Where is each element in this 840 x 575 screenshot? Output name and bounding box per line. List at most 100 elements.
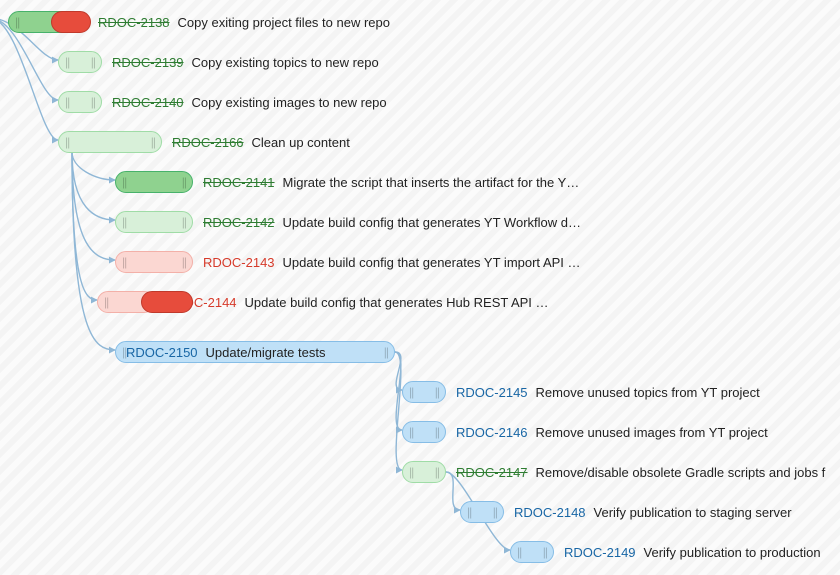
- task-label: RDOC-2149 Verify publication to productio…: [554, 545, 821, 560]
- spacer: [0, 552, 510, 553]
- ticket-id[interactable]: RDOC-2148: [514, 505, 586, 520]
- gantt-row: || || RDOC-2141 Migrate the script that ins…: [0, 170, 579, 194]
- spacer: [0, 22, 8, 23]
- spacer: [0, 302, 97, 303]
- task-title[interactable]: Update build config that generates YT Wo…: [283, 215, 581, 230]
- gantt-bar[interactable]: || ||: [115, 211, 193, 233]
- gantt-row: || || RDOC-2145 Remove unused topics from Y…: [0, 380, 760, 404]
- task-label: RDOC-2141 Migrate the script that inserts…: [193, 175, 579, 190]
- resize-grip-right-icon[interactable]: ||: [433, 465, 441, 479]
- resize-grip-left-icon[interactable]: ||: [120, 215, 128, 229]
- task-title[interactable]: Update/migrate tests: [206, 345, 326, 360]
- task-title[interactable]: Migrate the script that inserts the arti…: [283, 175, 580, 190]
- resize-grip-right-icon[interactable]: ||: [541, 545, 549, 559]
- gantt-bar[interactable]: || ||: [402, 381, 446, 403]
- task-title[interactable]: Verify publication to staging server: [594, 505, 792, 520]
- resize-grip-left-icon[interactable]: ||: [465, 505, 473, 519]
- resize-grip-left-icon[interactable]: ||: [407, 385, 415, 399]
- ticket-id[interactable]: RDOC-2145: [456, 385, 528, 400]
- gantt-bar[interactable]: || ||: [58, 131, 162, 153]
- gantt-row: ||||RDOC-2150Update/migrate tests: [0, 340, 395, 364]
- gantt-bar[interactable]: || ||: [58, 51, 102, 73]
- task-label: RDOC-2150 Update/migrate tests: [126, 345, 325, 360]
- gantt-bar[interactable]: || ||: [402, 421, 446, 443]
- resize-grip-right-icon[interactable]: ||: [433, 425, 441, 439]
- gantt-bar[interactable]: || ||: [510, 541, 554, 563]
- task-label: RDOC-2138 Copy exiting project files to n…: [88, 15, 390, 30]
- spacer: [0, 432, 402, 433]
- gantt-bar[interactable]: || ||: [460, 501, 504, 523]
- ticket-id[interactable]: RDOC-2166: [172, 135, 244, 150]
- resize-grip-left-icon[interactable]: ||: [63, 95, 71, 109]
- gantt-bar[interactable]: || ||: [115, 251, 193, 273]
- ticket-id[interactable]: RDOC-2138: [98, 15, 170, 30]
- gantt-row: |||| RDOC-2138 Copy exiting project files …: [0, 10, 390, 34]
- ticket-id[interactable]: RDOC-2140: [112, 95, 184, 110]
- resize-grip-left-icon[interactable]: ||: [63, 55, 71, 69]
- resize-grip-left-icon[interactable]: ||: [407, 425, 415, 439]
- task-label: RDOC-2142 Update build config that genera…: [193, 215, 581, 230]
- task-label: RDOC-2147 Remove/disable obsolete Gradle …: [446, 465, 825, 480]
- gantt-bar[interactable]: || ||: [115, 171, 193, 193]
- resize-grip-left-icon[interactable]: ||: [13, 15, 21, 29]
- resize-grip-left-icon[interactable]: ||: [63, 135, 71, 149]
- resize-grip-left-icon[interactable]: ||: [515, 545, 523, 559]
- ticket-id[interactable]: RDOC-2146: [456, 425, 528, 440]
- spacer: [0, 142, 58, 143]
- resize-grip-right-icon[interactable]: ||: [89, 95, 97, 109]
- ticket-id[interactable]: RDOC-2147: [456, 465, 528, 480]
- gantt-row: || || RDOC-2147 Remove/disable obsolete Gra…: [0, 460, 825, 484]
- resize-grip-left-icon[interactable]: ||: [120, 175, 128, 189]
- task-label: RDOC-2166 Clean up content: [162, 135, 350, 150]
- task-title[interactable]: Copy exiting project files to new repo: [178, 15, 390, 30]
- task-label: RDOC-2143 Update build config that genera…: [193, 255, 581, 270]
- spacer: [0, 352, 115, 353]
- gantt-bar[interactable]: ||||: [8, 11, 88, 33]
- ticket-id[interactable]: RDOC-2149: [564, 545, 636, 560]
- gantt-bar[interactable]: ||||RDOC-2150Update/migrate tests: [115, 341, 395, 363]
- gantt-bar[interactable]: ||||: [97, 291, 155, 313]
- dependency-arrow: [0, 18, 58, 140]
- gantt-bar-progress[interactable]: [141, 291, 193, 313]
- task-title[interactable]: Remove unused images from YT project: [536, 425, 768, 440]
- task-title[interactable]: Verify publication to production: [644, 545, 821, 560]
- gantt-row: || || RDOC-2143 Update build config that ge…: [0, 250, 581, 274]
- task-label: RDOC-2145 Remove unused topics from YT pr…: [446, 385, 760, 400]
- ticket-id[interactable]: RDOC-2139: [112, 55, 184, 70]
- task-title[interactable]: Remove/disable obsolete Gradle scripts a…: [536, 465, 826, 480]
- task-label: RDOC-2148 Verify publication to staging s…: [504, 505, 792, 520]
- resize-grip-left-icon[interactable]: ||: [102, 295, 110, 309]
- ticket-id[interactable]: RDOC-2143: [203, 255, 275, 270]
- ticket-id[interactable]: RDOC-2150: [126, 345, 198, 360]
- gantt-bar[interactable]: || ||: [402, 461, 446, 483]
- gantt-row: || || RDOC-2142 Update build config that ge…: [0, 210, 581, 234]
- task-title[interactable]: Remove unused topics from YT project: [536, 385, 760, 400]
- dependency-arrow: [395, 352, 402, 470]
- gantt-row: || || RDOC-2139 Copy existing topics to new…: [0, 50, 379, 74]
- resize-grip-right-icon[interactable]: ||: [433, 385, 441, 399]
- ticket-id[interactable]: RDOC-2142: [203, 215, 275, 230]
- gantt-bar[interactable]: || ||: [58, 91, 102, 113]
- resize-grip-right-icon[interactable]: ||: [89, 55, 97, 69]
- resize-grip-right-icon[interactable]: ||: [382, 345, 390, 359]
- task-title[interactable]: Update build config that generates Hub R…: [245, 295, 549, 310]
- ticket-id[interactable]: RDOC-2141: [203, 175, 275, 190]
- gantt-canvas: { "rows": [ { "id": "RDOC-2138", "title"…: [0, 0, 840, 575]
- resize-grip-right-icon[interactable]: ||: [180, 255, 188, 269]
- spacer: [0, 182, 115, 183]
- resize-grip-right-icon[interactable]: ||: [180, 215, 188, 229]
- gantt-row: || || RDOC-2166 Clean up content: [0, 130, 350, 154]
- task-title[interactable]: Copy existing images to new repo: [192, 95, 387, 110]
- gantt-row: || || RDOC-2148 Verify publication to stagi…: [0, 500, 792, 524]
- task-title[interactable]: Copy existing topics to new repo: [192, 55, 379, 70]
- task-title[interactable]: Update build config that generates YT im…: [283, 255, 581, 270]
- spacer: [0, 102, 58, 103]
- resize-grip-left-icon[interactable]: ||: [120, 255, 128, 269]
- resize-grip-right-icon[interactable]: ||: [180, 175, 188, 189]
- resize-grip-right-icon[interactable]: ||: [491, 505, 499, 519]
- gantt-bar-progress[interactable]: [51, 11, 91, 33]
- task-title[interactable]: Clean up content: [252, 135, 350, 150]
- resize-grip-right-icon[interactable]: ||: [149, 135, 157, 149]
- resize-grip-left-icon[interactable]: ||: [407, 465, 415, 479]
- spacer: [0, 512, 460, 513]
